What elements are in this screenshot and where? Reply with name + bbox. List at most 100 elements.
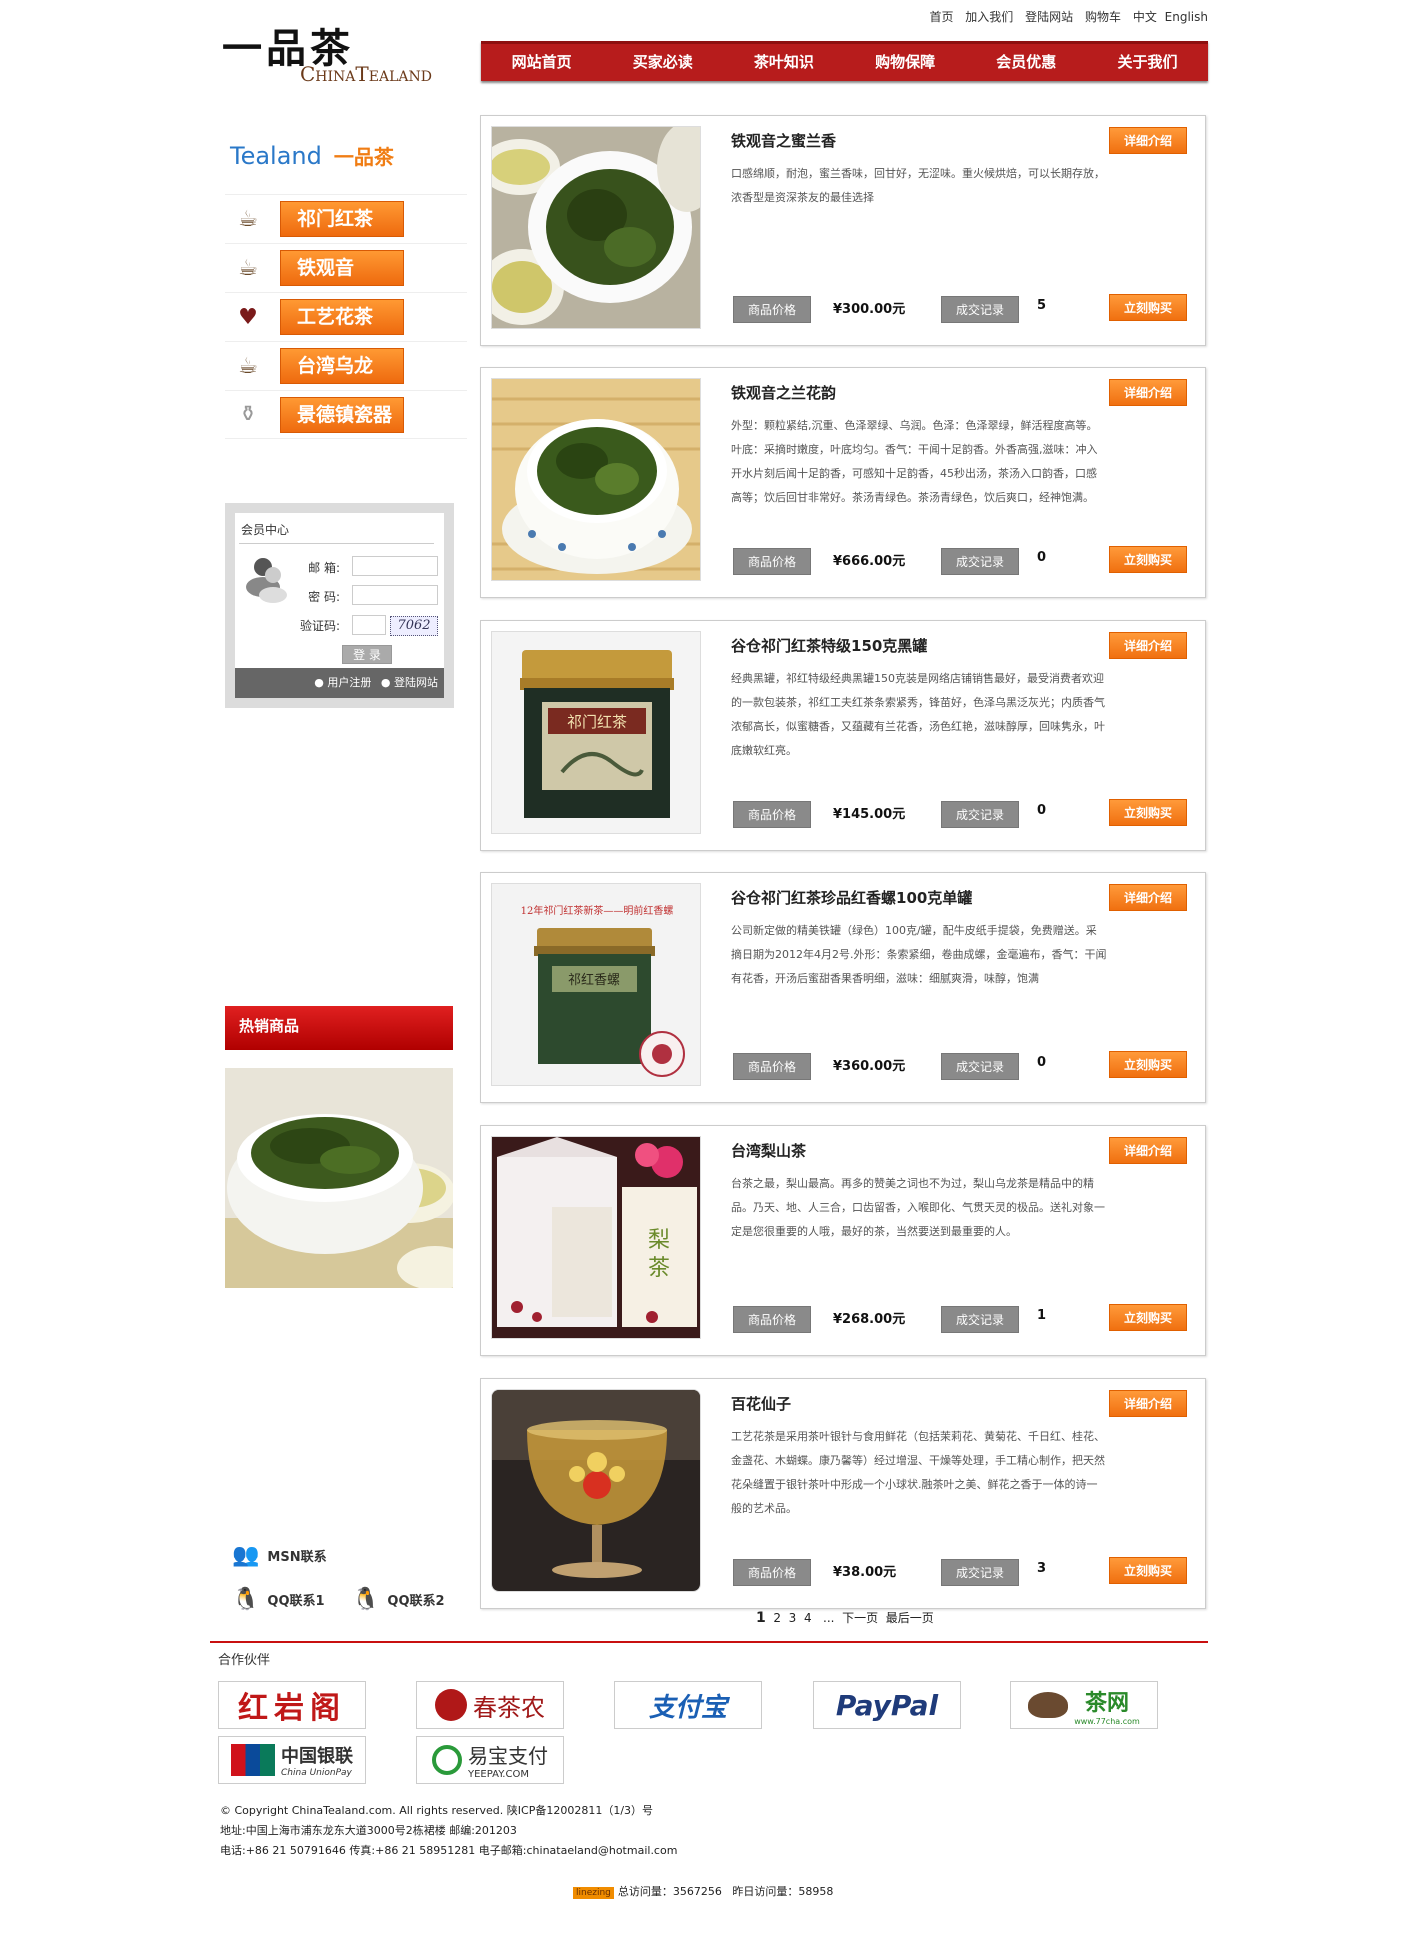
nav-about-us[interactable]: 关于我们 — [1087, 44, 1208, 81]
category-item-taiwan-oolong[interactable]: ☕ 台湾乌龙 — [225, 341, 467, 390]
sales-record-button[interactable]: 成交记录 — [941, 1053, 1019, 1080]
buy-now-button[interactable]: 立刻购买 — [1109, 1051, 1187, 1078]
product-image[interactable]: 祁门红茶 — [491, 631, 701, 834]
buy-now-button[interactable]: 立刻购买 — [1109, 799, 1187, 826]
partner-name: 支付宝 — [648, 1692, 727, 1723]
email-field[interactable] — [352, 556, 438, 576]
product-title[interactable]: 谷仓祁门红茶珍品红香螺100克单罐 — [731, 887, 972, 908]
product-title[interactable]: 谷仓祁门红茶特级150克黑罐 — [731, 635, 927, 656]
nav-home[interactable]: 网站首页 — [481, 44, 602, 81]
unionpay-icon — [231, 1744, 275, 1776]
top-link-login[interactable]: 登陆网站 — [1025, 10, 1073, 24]
login-link[interactable]: ● 登陆网站 — [381, 676, 438, 689]
top-link-english[interactable]: English — [1165, 10, 1208, 24]
yesterday-visits-label: 昨日访问量： — [732, 1885, 799, 1898]
detail-button[interactable]: 详细介绍 — [1109, 884, 1187, 911]
product-title[interactable]: 铁观音之兰花韵 — [731, 382, 836, 403]
site-logo-en[interactable]: ChinaTealand — [300, 62, 432, 86]
buy-now-button[interactable]: 立刻购买 — [1109, 294, 1187, 321]
buy-now-button[interactable]: 立刻购买 — [1109, 1557, 1187, 1584]
pagination: 1 2 3 4 ... 下一页 最后一页 — [756, 1609, 934, 1626]
captcha-field[interactable] — [352, 615, 386, 635]
tea-cup-icon: ☕ — [238, 255, 258, 281]
nav-buyer-guide[interactable]: 买家必读 — [602, 44, 723, 81]
address: 地址:中国上海市浦东龙东大道3000号2栋裙楼 邮编:201203 — [220, 1824, 517, 1837]
detail-button[interactable]: 详细介绍 — [1109, 379, 1187, 406]
password-field[interactable] — [352, 585, 438, 605]
sales-record-button[interactable]: 成交记录 — [941, 1559, 1019, 1586]
price-label: 商品价格 — [733, 296, 811, 323]
category-item-porcelain[interactable]: ⚱ 景德镇瓷器 — [225, 390, 467, 439]
product-description: 外型：颗粒紧结,沉重、色泽翠绿、乌润。色泽：色泽翠绿，鲜活程度高等。叶底：采摘时… — [731, 419, 1098, 504]
product-title[interactable]: 台湾梨山茶 — [731, 1140, 806, 1161]
svg-text:茶: 茶 — [648, 1256, 670, 1281]
price-label: 商品价格 — [733, 548, 811, 575]
nav-tea-knowledge[interactable]: 茶叶知识 — [723, 44, 844, 81]
product-image[interactable] — [491, 378, 701, 581]
page-link-2[interactable]: 2 — [773, 1611, 781, 1625]
top-link-chinese[interactable]: 中文 — [1133, 10, 1157, 24]
page-current: 1 — [756, 1610, 766, 1626]
captcha-image[interactable]: 7062 — [390, 616, 438, 636]
qq-contact-1[interactable]: 🐧 QQ联系1 — [232, 1587, 325, 1612]
partner-logo-paypal[interactable]: PayPal — [813, 1681, 961, 1729]
product-image[interactable]: 12年祁门红茶新茶——明前红香螺 祁红香螺 — [491, 883, 701, 1086]
yesterday-visits: 58958 — [798, 1885, 834, 1898]
category-item-flower-tea[interactable]: ♥ 工艺花茶 — [225, 292, 467, 341]
nav-member-offers[interactable]: 会员优惠 — [966, 44, 1087, 81]
top-link-cart[interactable]: 购物车 — [1085, 10, 1121, 24]
buy-now-button[interactable]: 立刻购买 — [1109, 546, 1187, 573]
product-image[interactable]: 梨 茶 — [491, 1136, 701, 1339]
product-title[interactable]: 铁观音之蜜兰香 — [731, 130, 836, 151]
partner-logo-alipay[interactable]: 支付宝 — [614, 1681, 762, 1729]
category-button[interactable]: 祁门红茶 — [280, 201, 404, 237]
category-button[interactable]: 铁观音 — [280, 250, 404, 286]
category-button[interactable]: 工艺花茶 — [280, 299, 404, 335]
msn-contact[interactable]: 👥 MSN联系 — [232, 1543, 327, 1568]
category-item-keemun[interactable]: ☕ 祁门红茶 — [225, 194, 467, 243]
next-page-link[interactable]: 下一页 — [842, 1611, 878, 1625]
detail-button[interactable]: 详细介绍 — [1109, 1137, 1187, 1164]
product-price: ¥300.00元 — [833, 302, 906, 317]
product-image[interactable] — [491, 1389, 701, 1592]
sales-record-button[interactable]: 成交记录 — [941, 548, 1019, 575]
page-ellipsis: ... — [823, 1611, 835, 1625]
partner-logo-chunchanong[interactable]: 春茶农 — [416, 1681, 564, 1729]
price-label: 商品价格 — [733, 1306, 811, 1333]
partner-logo-77cha[interactable]: 茶网 www.77cha.com — [1010, 1681, 1158, 1729]
product-title[interactable]: 百花仙子 — [731, 1393, 791, 1414]
total-visits: 3567256 — [672, 1885, 722, 1898]
nav-shopping-guarantee[interactable]: 购物保障 — [845, 44, 966, 81]
register-link[interactable]: ● 用户注册 — [314, 676, 371, 689]
price-label: 商品价格 — [733, 1053, 811, 1080]
product-description: 经典黑罐，祁红特级经典黑罐150克装是网络店铺销售最好，最受消费者欢迎的一款包装… — [731, 672, 1105, 757]
footer-divider — [210, 1641, 1208, 1643]
product-image[interactable] — [491, 126, 701, 329]
category-button[interactable]: 景德镇瓷器 — [280, 396, 404, 433]
category-item-tieguanyin[interactable]: ☕ 铁观音 — [225, 243, 467, 292]
product-description: 台茶之最，梨山最高。再多的赞美之词也不为过，梨山乌龙茶是精品中的精品。乃天、地、… — [731, 1177, 1105, 1238]
partner-logo-yeepay[interactable]: 易宝支付 YEEPAY.COM — [416, 1736, 564, 1784]
partner-logo-hongyange[interactable]: 红岩阁 — [218, 1681, 366, 1729]
partner-logo-unionpay[interactable]: 中国银联 China UnionPay — [218, 1736, 366, 1784]
last-page-link[interactable]: 最后一页 — [886, 1611, 934, 1625]
page-link-3[interactable]: 3 — [789, 1611, 797, 1625]
top-link-join[interactable]: 加入我们 — [965, 10, 1013, 24]
sales-record-button[interactable]: 成交记录 — [941, 801, 1019, 828]
hot-product-image[interactable] — [225, 1068, 473, 1290]
qq-contact-2[interactable]: 🐧 QQ联系2 — [352, 1587, 445, 1612]
detail-button[interactable]: 详细介绍 — [1109, 1390, 1187, 1417]
buy-now-button[interactable]: 立刻购买 — [1109, 1304, 1187, 1331]
linezing-badge[interactable]: linezing — [573, 1887, 614, 1899]
category-button[interactable]: 台湾乌龙 — [280, 348, 404, 384]
detail-button[interactable]: 详细介绍 — [1109, 632, 1187, 659]
top-link-home[interactable]: 首页 — [929, 10, 953, 24]
sidebar-brand: Tealand 一品茶 — [230, 141, 394, 170]
sales-record-button[interactable]: 成交记录 — [941, 1306, 1019, 1333]
page-link-4[interactable]: 4 — [804, 1611, 812, 1625]
product-card: 铁观音之蜜兰香 口感绵顺，耐泡，蜜兰香味，回甘好，无涩味。重火候烘焙，可以长期存… — [480, 115, 1206, 346]
login-button[interactable]: 登 录 — [342, 645, 392, 664]
sales-record-button[interactable]: 成交记录 — [941, 296, 1019, 323]
detail-button[interactable]: 详细介绍 — [1109, 127, 1187, 154]
seal-icon — [435, 1689, 467, 1721]
